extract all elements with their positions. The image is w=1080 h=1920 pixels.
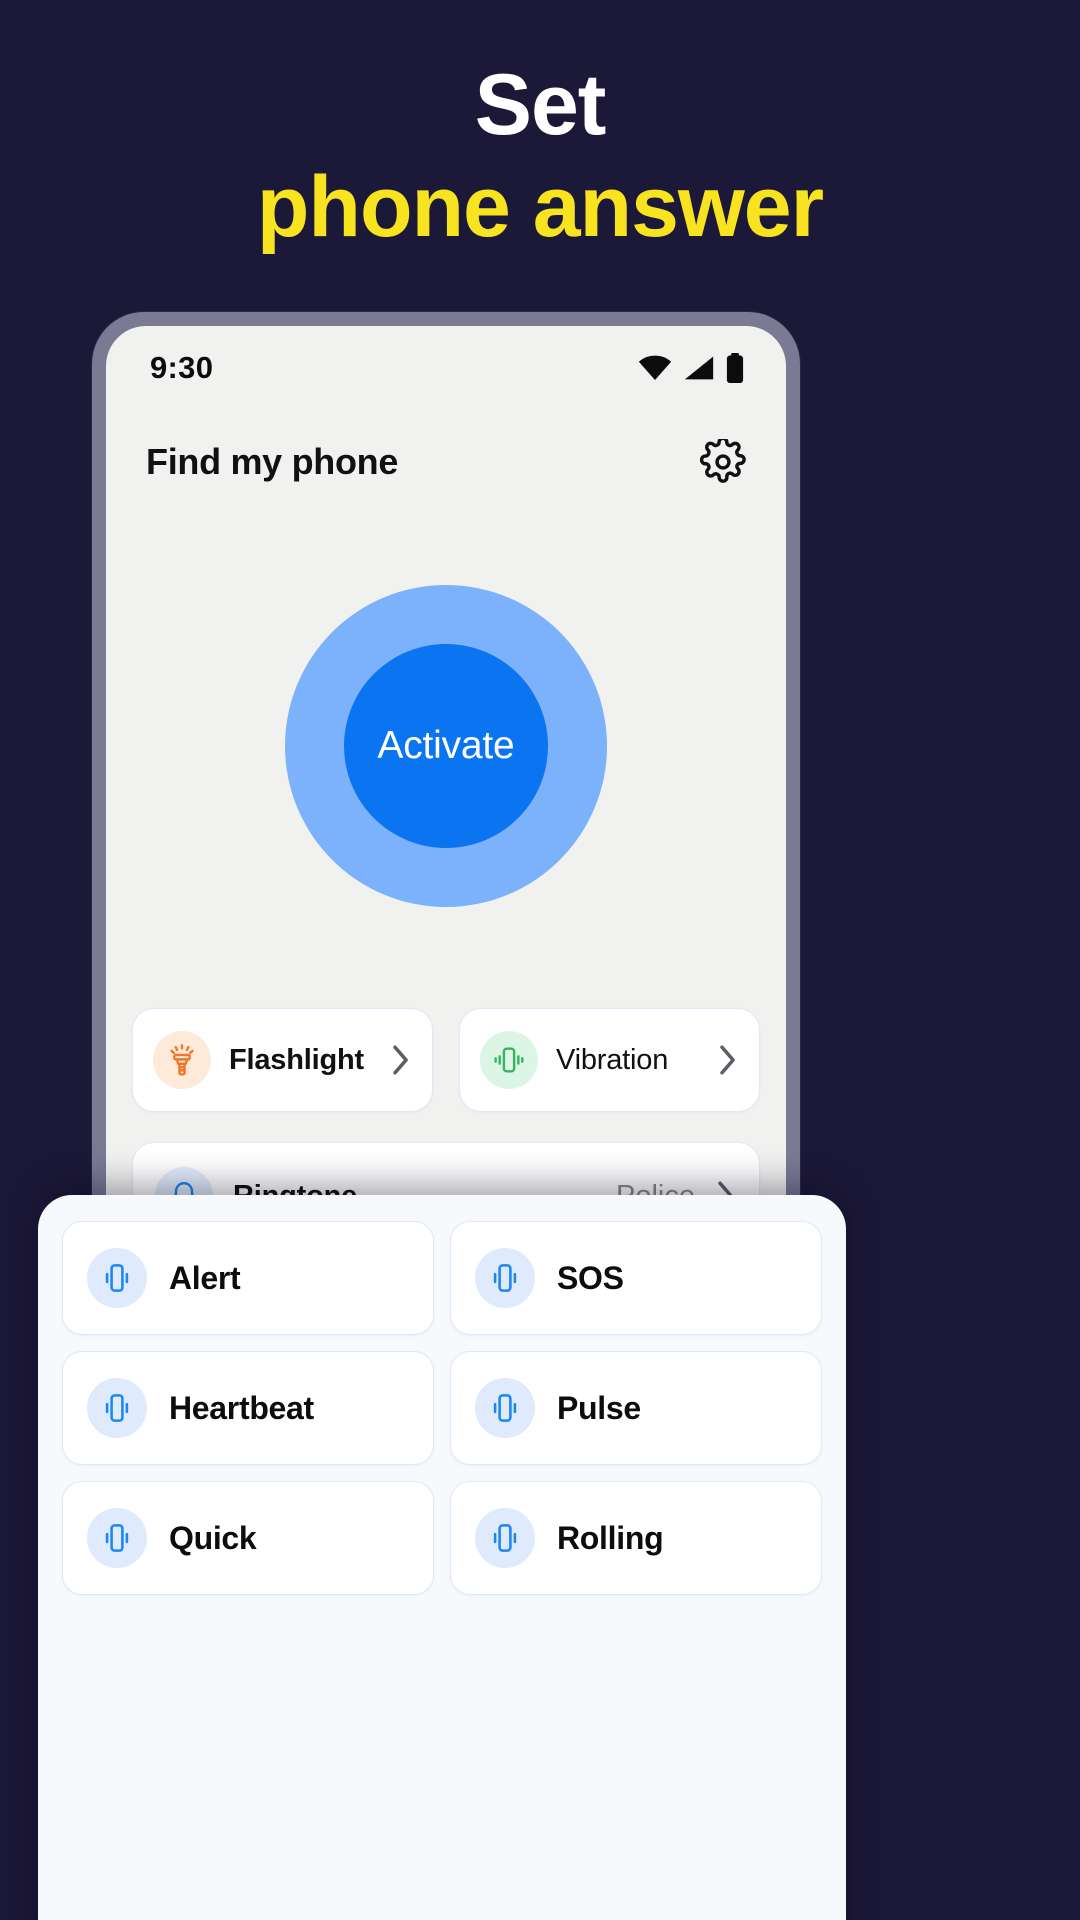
pattern-label: SOS	[557, 1259, 624, 1296]
activate-section: Activate	[106, 536, 786, 956]
vibration-icon	[475, 1248, 535, 1308]
pattern-option-heartbeat[interactable]: Heartbeat	[62, 1351, 434, 1465]
signal-icon	[682, 355, 716, 381]
pattern-option-alert[interactable]: Alert	[62, 1221, 434, 1335]
headline-line-1: Set	[474, 57, 607, 153]
pattern-option-pulse[interactable]: Pulse	[450, 1351, 822, 1465]
vibration-icon	[475, 1508, 535, 1568]
app-bar: Find my phone	[106, 410, 786, 514]
tile-label: Vibration	[556, 1043, 669, 1076]
status-icon-group	[638, 353, 744, 383]
flashlight-icon	[153, 1031, 211, 1089]
status-bar: 9:30	[106, 326, 786, 410]
tile-flashlight[interactable]: Flashlight	[132, 1008, 433, 1112]
pattern-option-quick[interactable]: Quick	[62, 1481, 434, 1595]
tile-vibration[interactable]: Vibration	[459, 1008, 760, 1112]
pattern-label: Quick	[169, 1519, 257, 1556]
promo-headline: Set phone answer	[0, 57, 1080, 255]
pattern-label: Alert	[169, 1259, 241, 1296]
tile-label: Flashlight	[229, 1043, 364, 1076]
vibration-icon	[87, 1248, 147, 1308]
pattern-label: Heartbeat	[169, 1389, 314, 1426]
pattern-grid: Alert SOS Heartbeat Pulse Quick Rolling	[62, 1221, 822, 1595]
promo-screenshot: Set phone answer 9:30 Find my phone Acti…	[0, 0, 1080, 1920]
pattern-option-sos[interactable]: SOS	[450, 1221, 822, 1335]
activate-button[interactable]: Activate	[344, 644, 548, 848]
pattern-label: Pulse	[557, 1389, 641, 1426]
quick-action-row: Flashlight Vibration	[106, 1008, 786, 1112]
vibration-icon	[475, 1378, 535, 1438]
pattern-label: Rolling	[557, 1519, 664, 1556]
vibration-icon	[87, 1378, 147, 1438]
vibration-icon	[480, 1031, 538, 1089]
wifi-icon	[638, 355, 672, 381]
pattern-option-rolling[interactable]: Rolling	[450, 1481, 822, 1595]
gear-icon[interactable]	[699, 436, 746, 485]
vibration-icon	[87, 1508, 147, 1568]
status-clock: 9:30	[150, 350, 214, 385]
headline-line-2: phone answer	[256, 158, 824, 255]
chevron-right-icon	[390, 1043, 412, 1077]
vibration-pattern-sheet: Alert SOS Heartbeat Pulse Quick Rolling	[38, 1195, 846, 1920]
activate-outer-ring: Activate	[285, 585, 607, 907]
chevron-right-icon	[717, 1043, 739, 1077]
page-title: Find my phone	[146, 441, 399, 482]
battery-icon	[726, 353, 744, 383]
